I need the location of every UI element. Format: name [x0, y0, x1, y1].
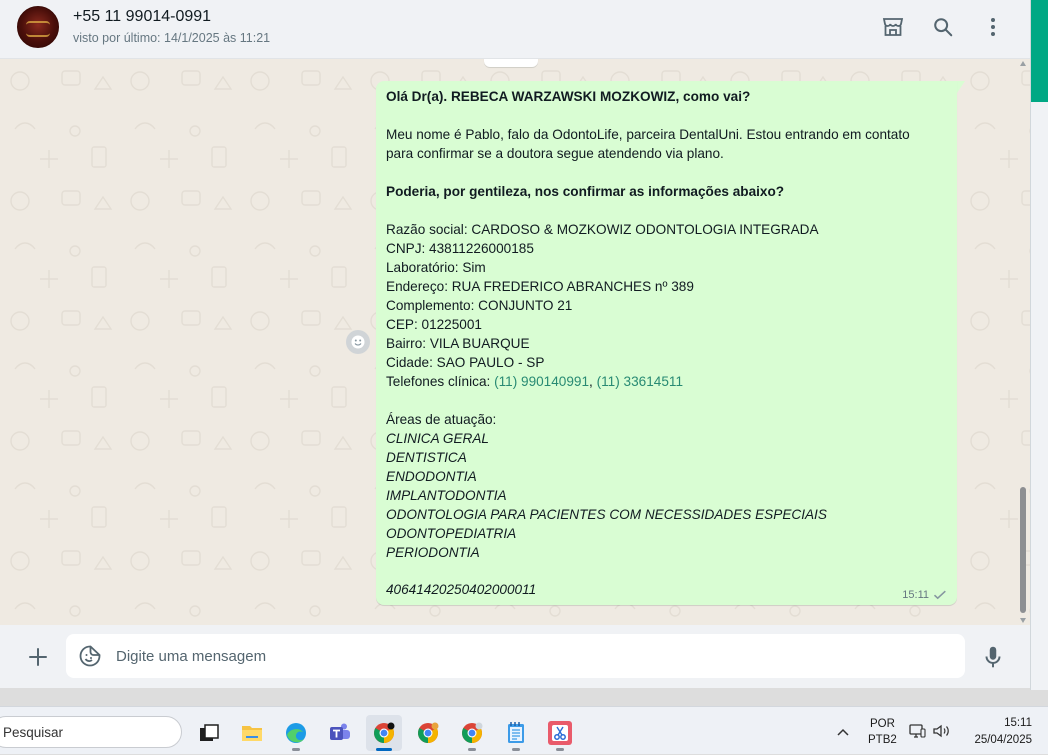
chrome-icon[interactable] [366, 715, 402, 751]
contact-avatar[interactable] [17, 6, 59, 48]
outgoing-message-bubble[interactable]: Olá Dr(a). REBECA WARZAWSKI MOZKOWIZ, co… [376, 81, 957, 605]
message-cep: CEP: 01225001 [386, 317, 482, 332]
previous-message-bubble [484, 59, 538, 67]
phone-separator: , [589, 374, 597, 389]
area-item: DENTISTICA [386, 450, 467, 465]
area-item: PERIODONTIA [386, 545, 480, 560]
area-item: ENDODONTIA [386, 469, 477, 484]
clock-time: 15:11 [1004, 717, 1032, 729]
system-clock[interactable]: 15:11 25/04/2025 [962, 707, 1038, 755]
message-cidade: Cidade: SAO PAULO - SP [386, 355, 545, 370]
snipping-tool-icon[interactable] [542, 715, 578, 751]
scroll-down-arrow-icon[interactable] [1020, 618, 1026, 623]
chrome-profile-icon[interactable] [410, 715, 446, 751]
react-emoji-button[interactable] [346, 330, 370, 354]
app-window: +55 11 99014-0991 visto por último: 14/1… [0, 0, 1048, 754]
chat-scrollbar[interactable] [1016, 59, 1030, 625]
store-icon[interactable] [880, 14, 906, 40]
message-time: 15:11 [902, 589, 929, 601]
message-input-wrapper[interactable] [66, 634, 965, 678]
message-intro-line: Meu nome é Pablo, falo da OdontoLife, pa… [386, 127, 910, 142]
app-running-indicator [292, 748, 300, 751]
message-intro-line: para confirmar se a doutora segue atende… [386, 146, 724, 161]
chat-header[interactable]: +55 11 99014-0991 visto por último: 14/1… [0, 0, 1030, 59]
taskbar-search[interactable]: Pesquisar [0, 716, 182, 748]
language-indicator[interactable]: POR PTB2 [862, 707, 902, 755]
area-item: IMPLANTODONTIA [386, 488, 507, 503]
message-code: 40641420250402000011 [386, 582, 537, 597]
single-check-icon [933, 590, 946, 600]
message-razao-social: Razão social: CARDOSO & MOZKOWIZ ODONTOL… [386, 222, 819, 237]
volume-icon[interactable] [932, 707, 952, 755]
area-item: ODONTOPEDIATRIA [386, 526, 517, 541]
scroll-thumb[interactable] [1020, 487, 1026, 613]
phone-link-1[interactable]: (11) 990140991 [494, 374, 589, 389]
area-item: CLINICA GERAL [386, 431, 489, 446]
phone-link-2[interactable]: (11) 33614511 [597, 374, 683, 389]
edge-browser-icon[interactable] [278, 715, 314, 751]
task-view-icon[interactable] [191, 715, 227, 751]
message-composer [0, 625, 1030, 688]
search-icon[interactable] [930, 14, 956, 40]
area-item: ODONTOLOGIA PARA PACIENTES COM NECESSIDA… [386, 507, 827, 522]
message-input[interactable] [116, 634, 946, 678]
scroll-up-arrow-icon[interactable] [1020, 61, 1026, 66]
message-cnpj: CNPJ: 43811226000185 [386, 241, 534, 256]
keyboard-layout: PTB2 [868, 734, 897, 746]
microphone-icon[interactable] [980, 644, 1006, 670]
chrome-profile-icon[interactable] [454, 715, 490, 751]
app-running-indicator [468, 748, 476, 751]
os-taskbar: Pesquisar POR PTB2 15:11 25/04/2025 [0, 706, 1048, 754]
network-icon[interactable] [908, 707, 928, 755]
message-laboratorio: Laboratório: Sim [386, 260, 486, 275]
message-meta: 15:11 [902, 589, 947, 601]
notepad-icon[interactable] [498, 715, 534, 751]
message-request: Poderia, por gentileza, nos confirmar as… [386, 184, 785, 199]
message-bairro: Bairro: VILA BUARQUE [386, 336, 530, 351]
clock-date: 25/04/2025 [974, 734, 1032, 746]
right-panel-edge [1030, 0, 1048, 690]
app-running-indicator [376, 748, 392, 751]
chat-area[interactable]: Olá Dr(a). REBECA WARZAWSKI MOZKOWIZ, co… [0, 59, 1030, 625]
message-telefones: Telefones clínica: (11) 990140991, (11) … [386, 372, 947, 391]
language-code: POR [870, 718, 895, 730]
app-running-indicator [556, 748, 564, 751]
message-areas-label: Áreas de atuação: [386, 412, 497, 427]
contact-last-seen: visto por último: 14/1/2025 às 11:21 [73, 31, 271, 45]
taskbar-search-placeholder: Pesquisar [3, 725, 64, 740]
sticker-icon[interactable] [78, 644, 102, 668]
message-endereco: Endereço: RUA FREDERICO ABRANCHES nº 389 [386, 279, 694, 294]
smiley-icon [351, 335, 365, 349]
telefones-label: Telefones clínica: [386, 374, 495, 389]
attach-plus-icon[interactable] [26, 645, 50, 669]
app-running-indicator [512, 748, 520, 751]
menu-icon[interactable] [980, 14, 1006, 40]
file-explorer-icon[interactable] [234, 715, 270, 751]
message-greeting: Olá Dr(a). REBECA WARZAWSKI MOZKOWIZ, co… [386, 89, 751, 104]
accent-bar [1031, 0, 1048, 102]
bubble-tail [957, 81, 965, 93]
contact-name[interactable]: +55 11 99014-0991 [73, 8, 211, 26]
tray-overflow-chevron-icon[interactable] [834, 707, 852, 755]
message-complemento: Complemento: CONJUNTO 21 [386, 298, 573, 313]
teams-icon[interactable] [322, 715, 358, 751]
